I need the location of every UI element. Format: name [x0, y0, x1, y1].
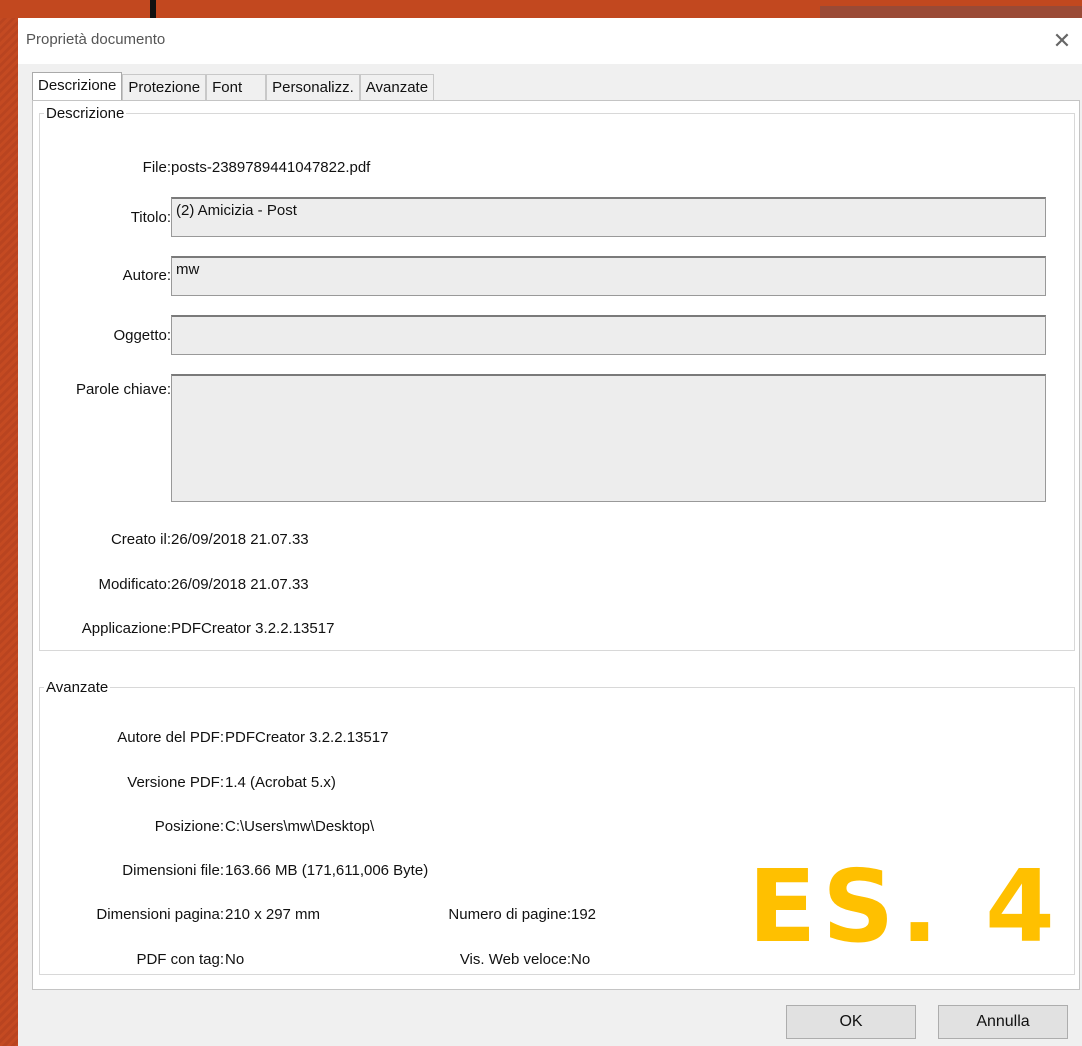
pdf-version-value: 1.4 (Acrobat 5.x) — [225, 774, 336, 791]
background-window-element — [150, 0, 156, 18]
tagged-pdf-value: No — [225, 951, 245, 968]
tab-avanzate[interactable]: Avanzate — [359, 74, 435, 100]
location-value: C:\Users\mw\Desktop\ — [225, 818, 375, 835]
modified-value: 26/09/2018 21.07.33 — [171, 576, 309, 593]
page-count-label: Numero di pagine: — [448, 906, 571, 923]
keywords-field[interactable] — [171, 374, 1046, 502]
tab-personalizz[interactable]: Personalizz. — [266, 74, 360, 100]
pdf-producer-label: Autore del PDF: — [117, 729, 224, 746]
file-size-label: Dimensioni file: — [122, 862, 224, 879]
author-label: Autore: — [122, 267, 171, 284]
author-field[interactable]: mw — [171, 256, 1046, 296]
fast-web-view-label: Vis. Web veloce: — [459, 951, 571, 968]
advanced-group-label: Avanzate — [46, 679, 109, 696]
pdf-version-label: Versione PDF: — [127, 774, 224, 791]
exercise-watermark: ES. 4 — [748, 848, 1061, 965]
background-window-element — [820, 6, 1082, 18]
page-size-label: Dimensioni pagina: — [96, 906, 224, 923]
tab-descrizione[interactable]: Descrizione — [32, 72, 123, 100]
cancel-button[interactable]: Annulla — [938, 1005, 1068, 1039]
subject-label: Oggetto: — [113, 327, 171, 344]
page-size-value: 210 x 297 mm — [225, 906, 321, 923]
subject-field[interactable] — [171, 315, 1046, 355]
fast-web-view-value: No — [571, 951, 591, 968]
modified-label: Modificato: — [98, 576, 171, 593]
file-value: posts-2389789441047822.pdf — [171, 159, 371, 176]
ok-button[interactable]: OK — [786, 1005, 916, 1039]
file-label: File: — [142, 159, 171, 176]
location-label: Posizione: — [154, 818, 224, 835]
pdf-producer-value: PDFCreator 3.2.2.13517 — [225, 729, 389, 746]
application-label: Applicazione: — [81, 620, 171, 637]
application-value: PDFCreator 3.2.2.13517 — [171, 620, 335, 637]
tagged-pdf-label: PDF con tag: — [136, 951, 224, 968]
dialog-title: Proprietà documento — [26, 31, 166, 48]
tab-bar: Descrizione Protezione Font Personalizz.… — [32, 72, 435, 100]
title-bar: Proprietà documento ✕ — [18, 18, 1082, 64]
tab-protezione[interactable]: Protezione — [122, 74, 207, 100]
file-size-value: 163.66 MB (171,611,006 Byte) — [225, 862, 429, 879]
tab-font[interactable]: Font — [206, 74, 267, 100]
page-count-value: 192 — [571, 906, 597, 923]
title-field[interactable]: (2) Amicizia - Post — [171, 197, 1046, 237]
description-group-label: Descrizione — [46, 105, 125, 122]
background-window-strip — [0, 0, 1082, 18]
title-label: Titolo: — [130, 209, 171, 226]
keywords-label: Parole chiave: — [75, 381, 171, 398]
created-label: Creato il: — [110, 531, 171, 548]
close-icon[interactable]: ✕ — [1042, 18, 1082, 64]
created-value: 26/09/2018 21.07.33 — [171, 531, 309, 548]
